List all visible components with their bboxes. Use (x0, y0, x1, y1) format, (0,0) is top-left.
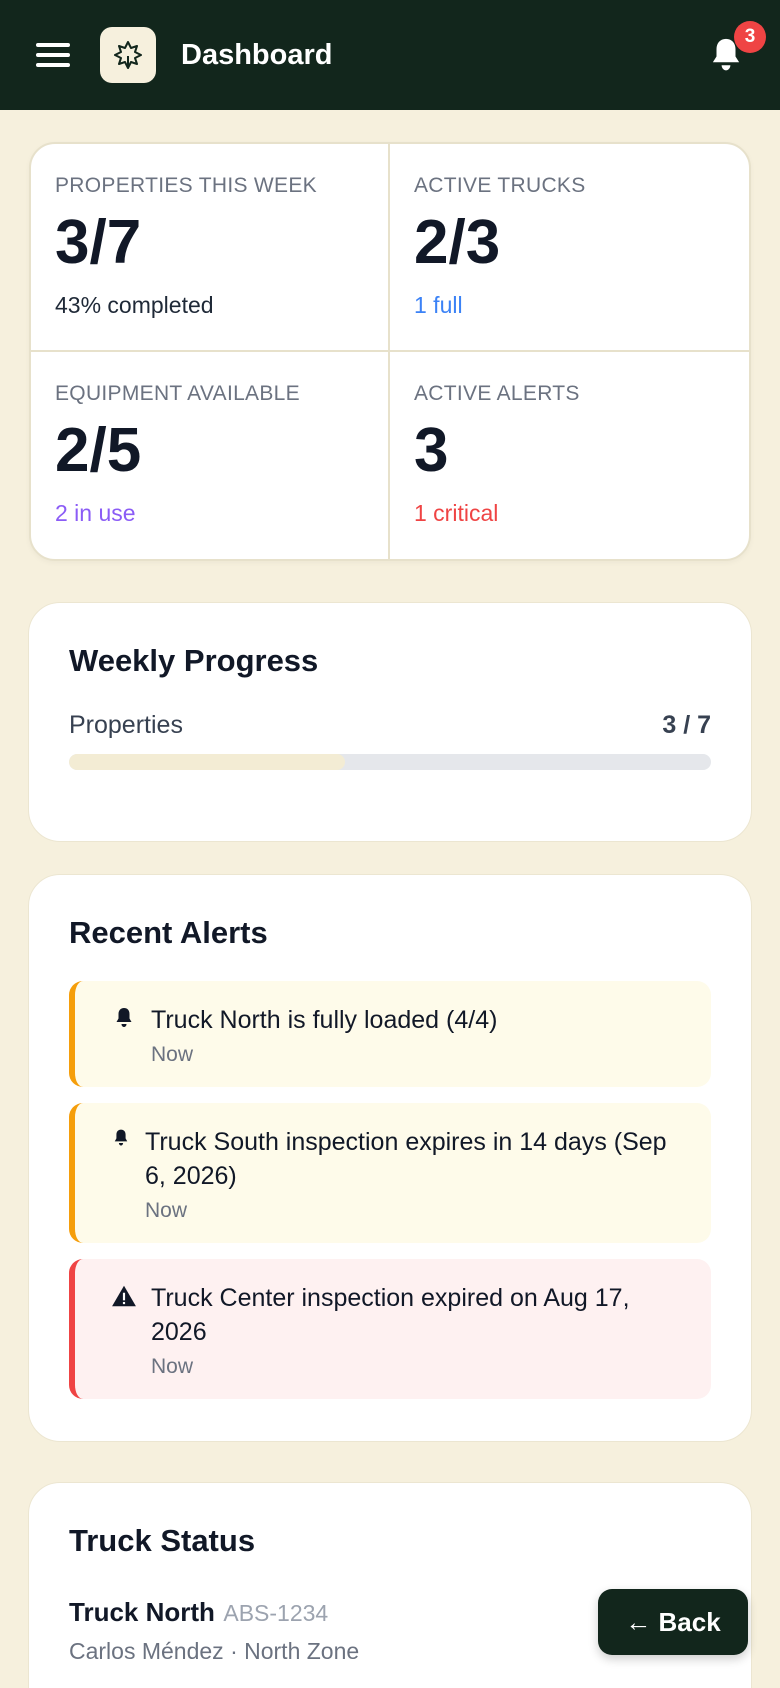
stat-value: 2/3 (414, 208, 501, 277)
stat-sub: 2 in use (55, 499, 136, 526)
stat-sub: 1 critical (414, 499, 499, 526)
alert-time: Now (145, 1199, 188, 1222)
progress-track (69, 754, 711, 770)
app-logo[interactable] (100, 27, 156, 83)
truck-name: Truck North (69, 1597, 215, 1627)
back-button[interactable]: ← Back (598, 1589, 748, 1655)
alert-body: Truck Center inspection expired on Aug 1… (151, 1281, 687, 1379)
stat-label: Active Trucks (414, 174, 586, 197)
weekly-progress-card: Weekly Progress Properties 3 / 7 (28, 602, 752, 842)
stat-sub: 43% completed (55, 292, 214, 318)
stat-active-alerts[interactable]: Active Alerts 3 1 critical (390, 352, 749, 560)
notifications-button[interactable]: 3 (704, 21, 766, 77)
page-title: Dashboard (181, 38, 333, 71)
app-header: Dashboard 3 (0, 0, 780, 110)
progress-row: Properties 3 / 7 (69, 711, 711, 740)
truck-status-card: Truck Status Truck North ABS-1234 Carlos… (28, 1482, 752, 1688)
stat-label: Active Alerts (414, 381, 580, 405)
stat-label: Equipment Available (55, 381, 300, 405)
alert-list: Truck North is fully loaded (4/4) Now Tr… (69, 981, 711, 1399)
card-title: Recent Alerts (69, 915, 268, 950)
alert-body: Truck North is fully loaded (4/4) Now (151, 1003, 497, 1067)
stat-value: 2/5 (55, 415, 142, 485)
progress-fill (69, 754, 346, 770)
stats-grid: Properties this week 3/7 43% completed A… (29, 142, 751, 561)
leaf-logo-icon (114, 41, 142, 69)
alert-text: Truck Center inspection expired on Aug 1… (151, 1284, 630, 1346)
hamburger-menu-icon[interactable] (36, 43, 70, 67)
bell-icon (114, 1129, 128, 1146)
alert-text: Truck North is fully loaded (4/4) (151, 1006, 498, 1034)
alert-time: Now (151, 1043, 194, 1066)
alert-body: Truck South inspection expires in 14 day… (145, 1125, 687, 1223)
stat-equipment-available[interactable]: Equipment Available 2/5 2 in use (31, 351, 390, 559)
alert-item[interactable]: Truck South inspection expires in 14 day… (69, 1103, 711, 1243)
stat-value: 3/7 (55, 208, 142, 277)
warning-triangle-icon (112, 1285, 136, 1307)
stat-value: 3 (414, 415, 449, 485)
bell-icon (116, 1008, 132, 1027)
truck-plate: ABS-1234 (223, 1600, 329, 1626)
alert-time: Now (151, 1355, 194, 1378)
progress-count: 3 / 7 (662, 711, 711, 739)
stat-active-trucks[interactable]: Active Trucks 2/3 1 full (390, 144, 749, 352)
recent-alerts-card: Recent Alerts Truck North is fully loade… (28, 874, 752, 1442)
alert-item[interactable]: Truck Center inspection expired on Aug 1… (69, 1259, 711, 1399)
stat-sub: 1 full (414, 292, 463, 318)
alert-item[interactable]: Truck North is fully loaded (4/4) Now (69, 981, 711, 1087)
alert-text: Truck South inspection expires in 14 day… (145, 1128, 667, 1190)
card-title: Truck Status (69, 1523, 256, 1558)
card-title: Weekly Progress (69, 643, 319, 678)
stat-properties-week[interactable]: Properties this week 3/7 43% completed (31, 144, 390, 352)
stat-label: Properties this week (55, 174, 317, 197)
progress-label: Properties (69, 711, 183, 739)
notification-count-badge: 3 (734, 21, 766, 53)
